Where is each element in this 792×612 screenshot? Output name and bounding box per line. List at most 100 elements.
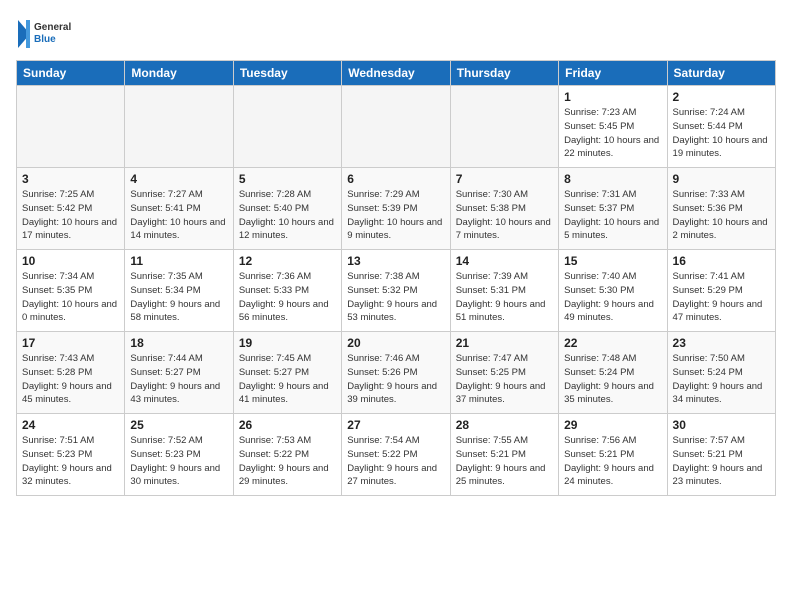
day-number: 23 (673, 336, 770, 350)
calendar-cell: 8 Sunrise: 7:31 AMSunset: 5:37 PMDaylight… (559, 168, 667, 250)
calendar-cell: 30 Sunrise: 7:57 AMSunset: 5:21 PMDayligh… (667, 414, 775, 496)
day-number: 10 (22, 254, 119, 268)
weekday-header: Tuesday (233, 61, 341, 86)
day-number: 21 (456, 336, 553, 350)
calendar-week-row: 3Sunrise: 7:25 AMSunset: 5:42 PMDaylight… (17, 168, 776, 250)
page-header: General Blue (16, 16, 776, 52)
day-info: Sunrise: 7:35 AMSunset: 5:34 PMDaylight:… (130, 270, 227, 325)
day-number: 14 (456, 254, 553, 268)
calendar-cell: 15 Sunrise: 7:40 AMSunset: 5:30 PMDayligh… (559, 250, 667, 332)
day-number: 4 (130, 172, 227, 186)
svg-text:General: General (34, 22, 71, 33)
calendar-cell: 22 Sunrise: 7:48 AMSunset: 5:24 PMDayligh… (559, 332, 667, 414)
day-number: 25 (130, 418, 227, 432)
calendar-cell: 26 Sunrise: 7:53 AMSunset: 5:22 PMDayligh… (233, 414, 341, 496)
calendar-cell: 9Sunrise: 7:33 AMSunset: 5:36 PMDaylight… (667, 168, 775, 250)
weekday-header: Wednesday (342, 61, 450, 86)
day-info: Sunrise: 7:44 AMSunset: 5:27 PMDaylight:… (130, 352, 227, 407)
day-info: Sunrise: 7:52 AMSunset: 5:23 PMDaylight:… (130, 434, 227, 489)
weekday-header: Sunday (17, 61, 125, 86)
day-number: 27 (347, 418, 444, 432)
day-number: 20 (347, 336, 444, 350)
day-info: Sunrise: 7:43 AMSunset: 5:28 PMDaylight:… (22, 352, 119, 407)
day-number: 6 (347, 172, 444, 186)
calendar-week-row: 10 Sunrise: 7:34 AMSunset: 5:35 PMDayligh… (17, 250, 776, 332)
weekday-header: Saturday (667, 61, 775, 86)
calendar-cell: 19 Sunrise: 7:45 AMSunset: 5:27 PMDayligh… (233, 332, 341, 414)
day-info: Sunrise: 7:33 AMSunset: 5:36 PMDaylight:… (673, 188, 770, 243)
calendar-table: SundayMondayTuesdayWednesdayThursdayFrid… (16, 60, 776, 496)
calendar-cell: 2Sunrise: 7:24 AMSunset: 5:44 PMDaylight… (667, 86, 775, 168)
day-info: Sunrise: 7:51 AMSunset: 5:23 PMDaylight:… (22, 434, 119, 489)
day-number: 1 (564, 90, 661, 104)
logo: General Blue (16, 16, 76, 52)
calendar-cell: 1 Sunrise: 7:23 AMSunset: 5:45 PMDaylight… (559, 86, 667, 168)
day-info: Sunrise: 7:56 AMSunset: 5:21 PMDaylight:… (564, 434, 661, 489)
day-info: Sunrise: 7:45 AMSunset: 5:27 PMDaylight:… (239, 352, 336, 407)
day-info: Sunrise: 7:48 AMSunset: 5:24 PMDaylight:… (564, 352, 661, 407)
calendar-cell: 21 Sunrise: 7:47 AMSunset: 5:25 PMDayligh… (450, 332, 558, 414)
weekday-header: Monday (125, 61, 233, 86)
day-info: Sunrise: 7:39 AMSunset: 5:31 PMDaylight:… (456, 270, 553, 325)
day-number: 19 (239, 336, 336, 350)
calendar-cell (342, 86, 450, 168)
day-number: 28 (456, 418, 553, 432)
calendar-week-row: 24 Sunrise: 7:51 AMSunset: 5:23 PMDayligh… (17, 414, 776, 496)
day-number: 24 (22, 418, 119, 432)
calendar-week-row: 17 Sunrise: 7:43 AMSunset: 5:28 PMDayligh… (17, 332, 776, 414)
day-number: 30 (673, 418, 770, 432)
day-info: Sunrise: 7:50 AMSunset: 5:24 PMDaylight:… (673, 352, 770, 407)
calendar-cell: 12 Sunrise: 7:36 AMSunset: 5:33 PMDayligh… (233, 250, 341, 332)
day-number: 29 (564, 418, 661, 432)
calendar-cell: 4 Sunrise: 7:27 AMSunset: 5:41 PMDaylight… (125, 168, 233, 250)
logo-svg: General Blue (16, 16, 76, 52)
calendar-cell: 20 Sunrise: 7:46 AMSunset: 5:26 PMDayligh… (342, 332, 450, 414)
day-number: 13 (347, 254, 444, 268)
day-info: Sunrise: 7:27 AMSunset: 5:41 PMDaylight:… (130, 188, 227, 243)
calendar-cell: 13 Sunrise: 7:38 AMSunset: 5:32 PMDayligh… (342, 250, 450, 332)
day-number: 22 (564, 336, 661, 350)
day-info: Sunrise: 7:54 AMSunset: 5:22 PMDaylight:… (347, 434, 444, 489)
calendar-cell: 25 Sunrise: 7:52 AMSunset: 5:23 PMDayligh… (125, 414, 233, 496)
calendar-cell: 24 Sunrise: 7:51 AMSunset: 5:23 PMDayligh… (17, 414, 125, 496)
calendar-cell: 11 Sunrise: 7:35 AMSunset: 5:34 PMDayligh… (125, 250, 233, 332)
day-number: 8 (564, 172, 661, 186)
day-info: Sunrise: 7:29 AMSunset: 5:39 PMDaylight:… (347, 188, 444, 243)
day-number: 7 (456, 172, 553, 186)
calendar-cell (17, 86, 125, 168)
day-info: Sunrise: 7:46 AMSunset: 5:26 PMDaylight:… (347, 352, 444, 407)
calendar-cell (125, 86, 233, 168)
day-info: Sunrise: 7:23 AMSunset: 5:45 PMDaylight:… (564, 106, 661, 161)
weekday-header: Thursday (450, 61, 558, 86)
day-number: 26 (239, 418, 336, 432)
day-info: Sunrise: 7:25 AMSunset: 5:42 PMDaylight:… (22, 188, 119, 243)
day-info: Sunrise: 7:40 AMSunset: 5:30 PMDaylight:… (564, 270, 661, 325)
day-info: Sunrise: 7:57 AMSunset: 5:21 PMDaylight:… (673, 434, 770, 489)
day-number: 17 (22, 336, 119, 350)
calendar-cell: 29 Sunrise: 7:56 AMSunset: 5:21 PMDayligh… (559, 414, 667, 496)
day-info: Sunrise: 7:24 AMSunset: 5:44 PMDaylight:… (673, 106, 770, 161)
day-info: Sunrise: 7:47 AMSunset: 5:25 PMDaylight:… (456, 352, 553, 407)
calendar-cell: 10 Sunrise: 7:34 AMSunset: 5:35 PMDayligh… (17, 250, 125, 332)
calendar-cell: 18 Sunrise: 7:44 AMSunset: 5:27 PMDayligh… (125, 332, 233, 414)
day-number: 12 (239, 254, 336, 268)
day-info: Sunrise: 7:30 AMSunset: 5:38 PMDaylight:… (456, 188, 553, 243)
day-info: Sunrise: 7:34 AMSunset: 5:35 PMDaylight:… (22, 270, 119, 325)
day-number: 11 (130, 254, 227, 268)
day-info: Sunrise: 7:31 AMSunset: 5:37 PMDaylight:… (564, 188, 661, 243)
day-info: Sunrise: 7:55 AMSunset: 5:21 PMDaylight:… (456, 434, 553, 489)
day-info: Sunrise: 7:41 AMSunset: 5:29 PMDaylight:… (673, 270, 770, 325)
calendar-cell: 27 Sunrise: 7:54 AMSunset: 5:22 PMDayligh… (342, 414, 450, 496)
day-info: Sunrise: 7:28 AMSunset: 5:40 PMDaylight:… (239, 188, 336, 243)
day-number: 15 (564, 254, 661, 268)
day-info: Sunrise: 7:53 AMSunset: 5:22 PMDaylight:… (239, 434, 336, 489)
calendar-cell: 23 Sunrise: 7:50 AMSunset: 5:24 PMDayligh… (667, 332, 775, 414)
calendar-cell: 28 Sunrise: 7:55 AMSunset: 5:21 PMDayligh… (450, 414, 558, 496)
calendar-cell (233, 86, 341, 168)
calendar-cell (450, 86, 558, 168)
svg-text:Blue: Blue (34, 34, 56, 45)
day-info: Sunrise: 7:36 AMSunset: 5:33 PMDaylight:… (239, 270, 336, 325)
calendar-cell: 14 Sunrise: 7:39 AMSunset: 5:31 PMDayligh… (450, 250, 558, 332)
day-info: Sunrise: 7:38 AMSunset: 5:32 PMDaylight:… (347, 270, 444, 325)
day-number: 18 (130, 336, 227, 350)
